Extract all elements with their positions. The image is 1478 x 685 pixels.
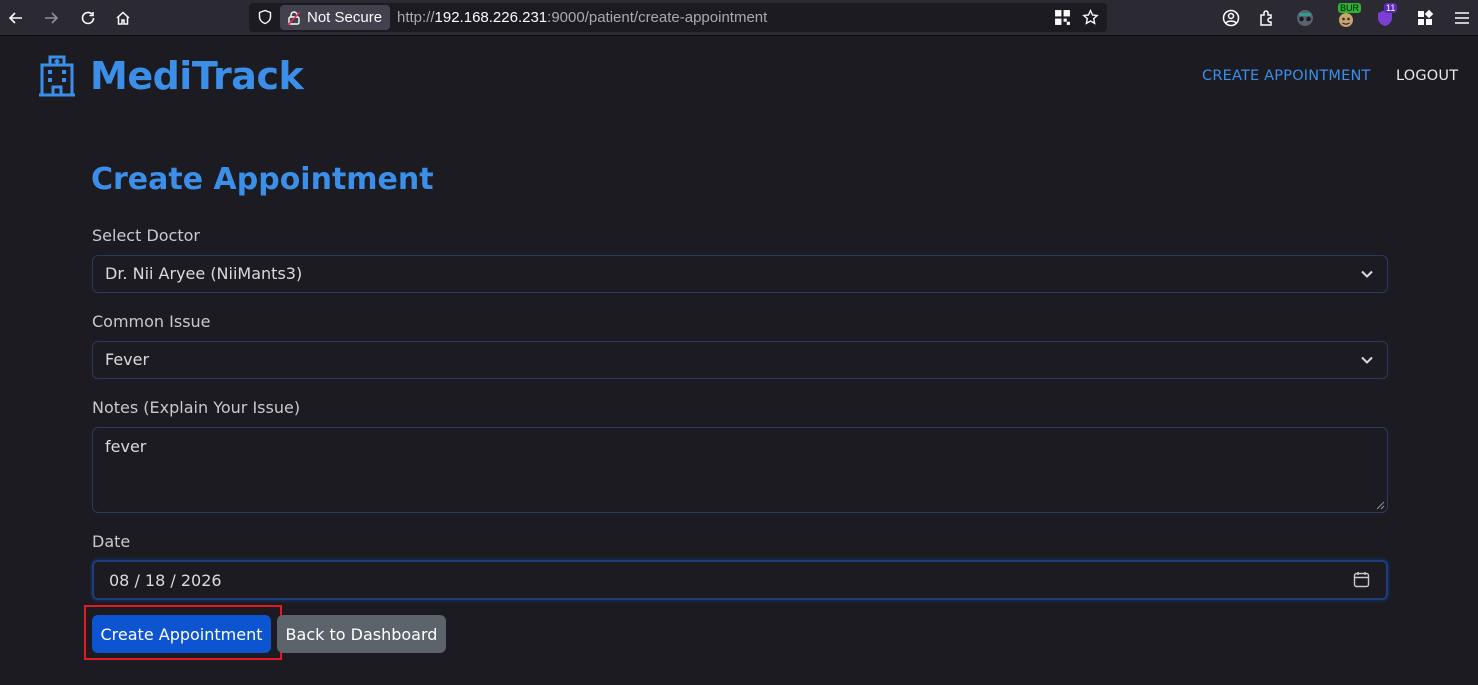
insecure-lock-icon bbox=[287, 10, 301, 25]
date-input[interactable]: 08 / 18 / 2026 bbox=[92, 560, 1388, 600]
apps-grid-icon[interactable] bbox=[1415, 8, 1435, 28]
resize-handle-icon[interactable] bbox=[1375, 500, 1385, 510]
date-value: 08 / 18 / 2026 bbox=[109, 571, 222, 590]
doctor-label: Select Doctor bbox=[92, 226, 200, 245]
issue-select-value: Fever bbox=[105, 350, 150, 369]
create-appointment-button[interactable]: Create Appointment bbox=[92, 615, 271, 653]
hospital-icon bbox=[39, 55, 75, 97]
browser-toolbar: Not Secure http://192.168.226.231:9000/p… bbox=[0, 0, 1478, 36]
issue-select[interactable]: Fever bbox=[92, 341, 1388, 379]
brand[interactable]: MediTrack bbox=[38, 54, 304, 98]
brand-name: MediTrack bbox=[90, 54, 304, 98]
url-bar[interactable]: Not Secure http://192.168.226.231:9000/p… bbox=[249, 3, 1107, 32]
tracking-shield-icon[interactable] bbox=[257, 9, 273, 25]
hamburger-menu-icon[interactable] bbox=[1452, 8, 1472, 28]
app-navbar: MediTrack CREATE APPOINTMENT LOGOUT bbox=[0, 37, 1478, 117]
calendar-icon[interactable] bbox=[1353, 571, 1370, 588]
nav-logout-link[interactable]: LOGOUT bbox=[1396, 68, 1458, 84]
doctor-select-value: Dr. Nii Aryee (NiiMants3) bbox=[105, 264, 303, 283]
forward-arrow-icon[interactable] bbox=[38, 5, 64, 31]
nav-create-appointment-link[interactable]: CREATE APPOINTMENT bbox=[1202, 68, 1371, 84]
page-title: Create Appointment bbox=[91, 162, 434, 197]
chevron-down-icon bbox=[1361, 270, 1373, 278]
not-secure-label: Not Secure bbox=[307, 9, 383, 26]
not-secure-indicator[interactable]: Not Secure bbox=[280, 5, 390, 30]
back-to-dashboard-button[interactable]: Back to Dashboard bbox=[277, 615, 446, 653]
qr-code-icon[interactable] bbox=[1054, 9, 1071, 26]
url-text[interactable]: http://192.168.226.231:9000/patient/crea… bbox=[397, 9, 767, 26]
notes-label: Notes (Explain Your Issue) bbox=[92, 398, 301, 417]
count-badge: 11 bbox=[1384, 3, 1398, 13]
notes-value: fever bbox=[105, 437, 147, 456]
reload-icon[interactable] bbox=[75, 5, 101, 31]
chevron-down-icon bbox=[1361, 356, 1373, 364]
incognito-glasses-icon[interactable] bbox=[1295, 8, 1315, 28]
bur-badge: BUR bbox=[1338, 3, 1362, 13]
extensions-puzzle-icon[interactable] bbox=[1257, 8, 1277, 28]
back-arrow-icon[interactable] bbox=[3, 5, 29, 31]
issue-label: Common Issue bbox=[92, 312, 211, 331]
bookmark-star-icon[interactable] bbox=[1082, 8, 1099, 26]
date-label: Date bbox=[92, 532, 131, 551]
home-icon[interactable] bbox=[110, 5, 136, 31]
doctor-select[interactable]: Dr. Nii Aryee (NiiMants3) bbox=[92, 255, 1388, 293]
account-icon[interactable] bbox=[1221, 8, 1241, 28]
notes-textarea[interactable]: fever bbox=[92, 427, 1388, 513]
